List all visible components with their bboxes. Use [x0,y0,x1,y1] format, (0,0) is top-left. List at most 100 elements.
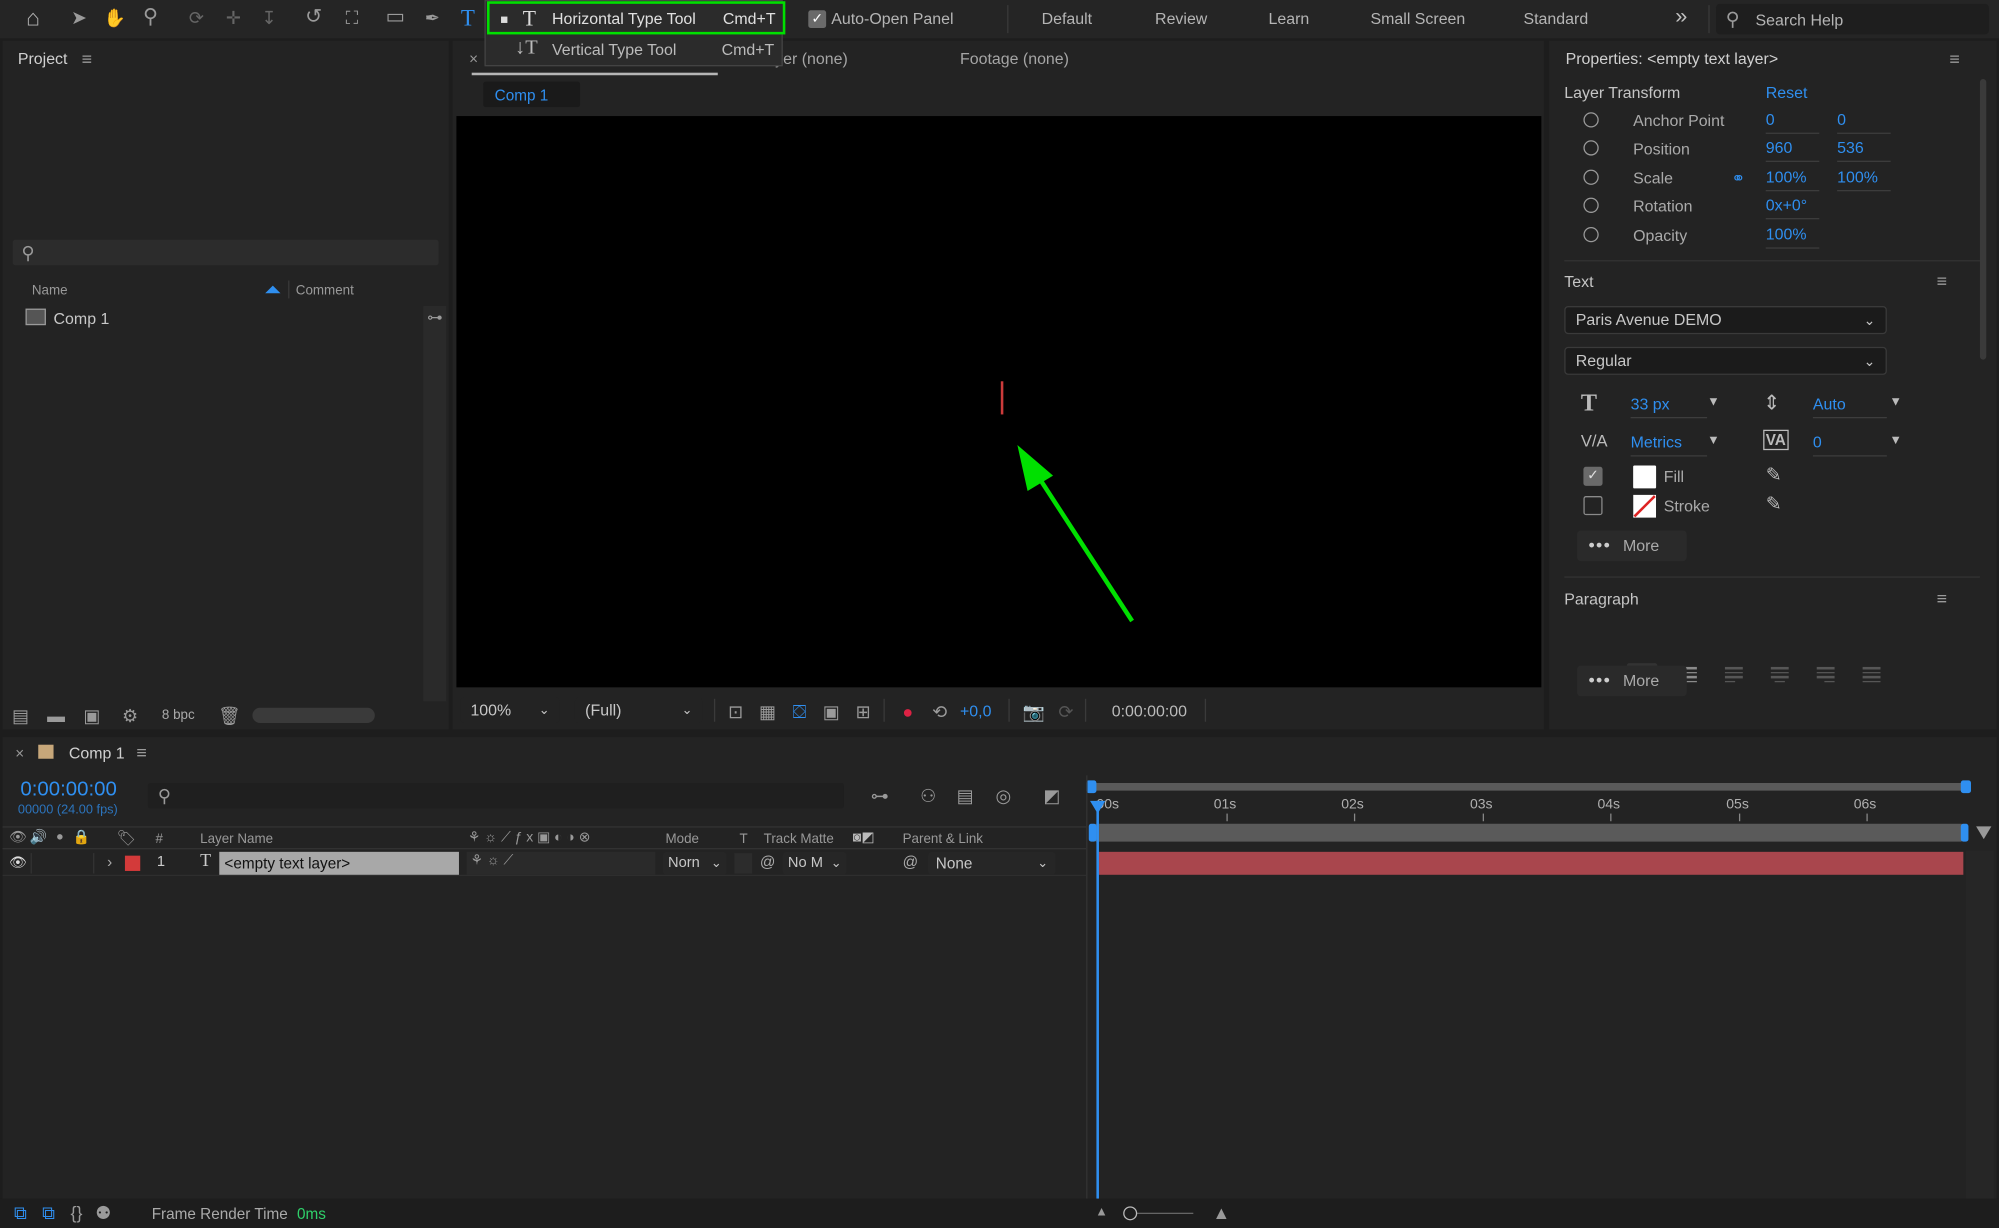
position-y[interactable]: 536 [1837,139,1891,162]
timeline-menu-icon[interactable]: ≡ [136,742,146,762]
project-item[interactable]: Comp 1 [3,306,424,329]
grid-guides-icon[interactable]: ⊞ [852,700,875,723]
track-matte-pickwhip-icon[interactable]: @ [760,853,776,871]
horizontal-type-tool-item[interactable]: T Horizontal Type Tool Cmd+T [487,1,786,35]
project-col-name[interactable]: Name [32,283,68,298]
reset-transform-link[interactable]: Reset [1766,84,1808,102]
time-ruler[interactable]: 00s 01s 02s 03s 04s 05s 06s [1091,793,1966,822]
stopwatch-icon[interactable] [1583,226,1599,243]
anchor-point-x[interactable]: 0 [1765,111,1820,134]
trash-icon[interactable]: 🗑 [217,704,242,727]
stopwatch-icon[interactable] [1583,169,1599,185]
justify-last-right-icon[interactable] [1810,663,1841,686]
fast-previews-icon[interactable]: ⊡ [724,700,747,723]
time-nav-start-handle[interactable] [1088,823,1097,842]
position-x[interactable]: 960 [1765,139,1820,162]
preserve-transparency-checkbox[interactable] [734,853,753,874]
adjust-project-icon[interactable]: ⚙ [117,704,142,727]
in-out-toggle-icon[interactable]: {} [66,1201,86,1224]
col-layer-name[interactable]: Layer Name [200,831,273,846]
kerning-arrow-icon[interactable]: ▼ [1707,434,1720,448]
bit-depth-label[interactable]: 8 bpc [162,708,195,723]
frame-blending-icon[interactable]: ▤ [952,784,977,807]
kerning-value[interactable]: Metrics [1630,434,1708,457]
comp-nav-tab[interactable]: Comp 1 [483,81,581,108]
parent-dropdown[interactable]: None ⌄ [928,851,1056,875]
workspace-standard[interactable]: Standard [1524,10,1589,28]
interpret-footage-icon[interactable]: ▤ [8,704,33,727]
time-nav-bar[interactable] [1093,823,1964,842]
pen-tool-icon[interactable]: ✒ [419,6,444,29]
fill-swatch[interactable] [1633,465,1657,489]
justify-last-center-icon[interactable] [1764,663,1795,686]
footage-viewer-tab[interactable]: Footage (none) [960,50,1069,68]
exposure-value[interactable]: +0,0 [960,703,991,721]
comp-flowchart-icon[interactable]: ⊶ [867,784,892,807]
layer-row[interactable]: 👁 › 1 T <empty text layer> ⚘☼⟋ Norn ⌄ @ … [2,851,1087,877]
tracking-value[interactable]: 0 [1812,434,1887,457]
rotation-tool-icon[interactable]: ↺ [301,6,326,29]
pan-camera-icon[interactable]: ✛ [221,6,246,29]
viewer-close-icon[interactable]: × [469,50,478,68]
solo-icon[interactable]: ● [54,830,67,845]
leading-value[interactable]: Auto [1812,395,1887,419]
col-mode[interactable]: Mode [665,831,698,846]
hand-tool-icon[interactable]: ✋ [102,6,127,29]
work-area-bar[interactable] [1091,782,1966,791]
workspace-review[interactable]: Review [1155,10,1207,28]
mask-visibility-icon[interactable]: ⛋ [788,700,811,723]
zoom-tool-icon[interactable]: ⚲ [138,5,163,31]
parent-pickwhip-icon[interactable]: @ [903,853,919,871]
transparency-grid-icon[interactable]: ▦ [756,700,779,723]
timeline-comp-tab[interactable]: Comp 1 [69,745,125,763]
magnification-dropdown[interactable]: 100% ⌄ [460,697,560,724]
rotation-value[interactable]: 0x+0° [1765,196,1820,220]
stroke-eyedropper-icon[interactable]: ✎ [1766,492,1782,516]
selection-tool-icon[interactable]: ➤ [69,6,89,29]
viewer-timecode[interactable]: 0:00:00:00 [1112,703,1187,721]
comp-marker-bin-icon[interactable] [1976,826,1992,840]
resolution-dropdown[interactable]: (Full) ⌄ [574,697,703,724]
work-area-start-handle[interactable] [1086,780,1097,794]
workspace-small-screen[interactable]: Small Screen [1371,10,1466,28]
stroke-swatch[interactable] [1633,494,1657,518]
project-title[interactable]: Project [18,50,68,68]
paragraph-menu-icon[interactable]: ≡ [1937,588,1947,608]
workspace-default[interactable]: Default [1042,10,1092,28]
zoom-out-icon[interactable]: ▲ [1093,1203,1111,1223]
auto-open-checkbox[interactable]: ✓ [808,10,827,29]
snapshot-camera-icon[interactable]: 📷 [1022,700,1045,723]
stopwatch-icon[interactable] [1583,112,1599,128]
current-time-display[interactable]: 0:00:00:00 [20,779,116,802]
workspaces-more-icon[interactable]: » [1675,4,1687,30]
project-menu-icon[interactable]: ≡ [82,48,92,68]
region-of-interest-icon[interactable]: ▣ [820,700,843,723]
properties-menu-icon[interactable]: ≡ [1949,48,1959,68]
shy-layers-icon[interactable]: ⚇ [915,784,940,807]
blend-mode-dropdown[interactable]: Norn ⌄ [662,851,727,875]
paragraph-more-button[interactable]: ••• More [1577,665,1687,697]
opacity-value[interactable]: 100% [1765,226,1820,249]
timeline-zoom-thumb[interactable] [1123,1206,1138,1221]
timeline-right-scroll[interactable] [1965,850,1994,1199]
project-col-comment[interactable]: Comment [296,283,354,298]
graph-editor-icon[interactable]: ◩ [1039,784,1064,807]
expand-chevron-icon[interactable]: › [107,853,112,871]
layer-switches[interactable]: ⚘☼⟋ [466,851,656,875]
color-channels-icon[interactable]: ● [896,700,919,723]
layer-duration-bar[interactable] [1097,851,1964,875]
label-tag-icon[interactable]: 🏷 [117,830,136,845]
timeline-search-field[interactable]: ⚲ [147,782,844,809]
fill-checkbox[interactable]: ✓ [1583,466,1603,486]
col-track-matte[interactable]: Track Matte [764,831,834,846]
font-size-arrow-icon[interactable]: ▼ [1707,395,1720,409]
render-time-toggle-icon[interactable]: ⚉ [92,1201,115,1224]
layer-label-color[interactable] [124,855,141,871]
justify-last-left-icon[interactable] [1719,663,1750,686]
home-icon[interactable]: ⌂ [20,5,45,31]
project-thumbnail-slider[interactable] [252,707,375,724]
stopwatch-icon[interactable] [1583,140,1599,156]
audio-icon[interactable]: 🔊 [30,830,47,845]
motion-blur-icon[interactable]: ◎ [991,784,1016,807]
constrain-proportions-link-icon[interactable]: ⚭ [1731,168,1745,188]
